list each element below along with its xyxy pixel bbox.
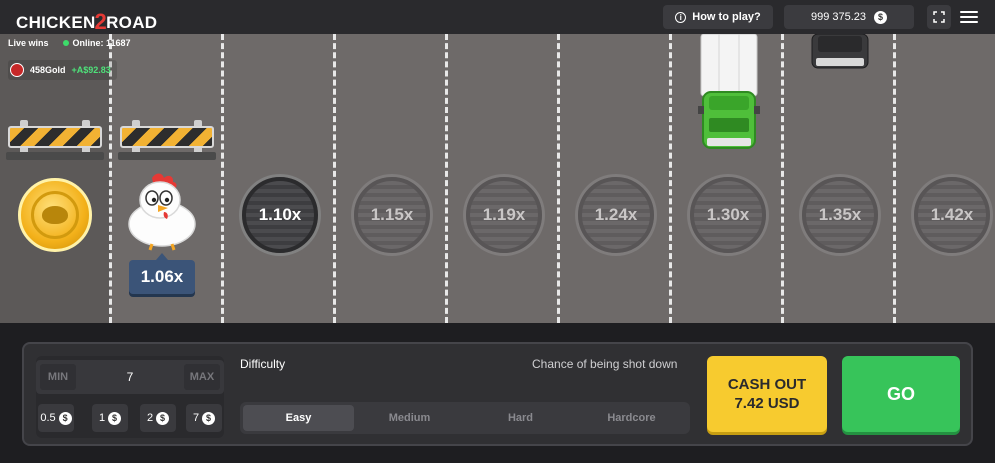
go-button[interactable]: GO <box>842 356 960 432</box>
fullscreen-button[interactable] <box>927 5 951 29</box>
online-count: Online: 11687 <box>62 38 131 48</box>
winner-amount: +A$92.83 <box>71 65 111 75</box>
current-multiplier-tag: 1.06x <box>129 253 195 294</box>
dollar-icon: $ <box>874 10 888 24</box>
lane-divider <box>781 34 784 323</box>
lane-divider <box>221 34 224 323</box>
live-wins-label: Live wins <box>8 38 49 48</box>
difficulty-tab-hard[interactable]: Hard <box>465 405 576 431</box>
live-stats: Live wins Online: 11687 <box>8 38 131 48</box>
chance-label: Chance of being shot down <box>532 357 678 371</box>
difficulty-tab-hardcore[interactable]: Hardcore <box>576 405 687 431</box>
cash-out-amount: 7.42 USD <box>734 395 800 412</box>
lane-divider <box>557 34 560 323</box>
dollar-icon: $ <box>156 411 170 425</box>
live-win-entry: 458Gold +A$92.83 <box>8 60 117 80</box>
min-bet-button[interactable]: MIN <box>40 364 76 390</box>
game-logo: CHICKEN2ROAD <box>16 9 158 34</box>
car-icon <box>811 34 869 69</box>
lane-divider <box>445 34 448 323</box>
difficulty-tab-medium[interactable]: Medium <box>354 405 465 431</box>
bet-amount-value[interactable]: 7 <box>76 370 184 384</box>
dollar-icon: $ <box>202 411 216 425</box>
control-panel: MIN 7 MAX 0.5 $ 1 $ 2 $ 7 $ Difficulty Chanc… <box>22 342 973 446</box>
lane-manhole: 1.24x <box>578 177 654 253</box>
quick-bet-button[interactable]: 2 $ <box>140 404 176 432</box>
info-icon: i <box>675 11 687 23</box>
lane-divider <box>333 34 336 323</box>
lane-manhole[interactable]: 1.10x <box>242 177 318 253</box>
difficulty-label: Difficulty <box>240 357 286 371</box>
lane-manhole: 1.35x <box>802 177 878 253</box>
quick-bet-button[interactable]: 0.5 $ <box>38 404 74 432</box>
cash-out-label: CASH OUT <box>727 376 807 393</box>
road-barrier-icon <box>6 120 104 164</box>
quick-bet-button[interactable]: 7 $ <box>186 404 222 432</box>
chicken-icon <box>128 173 196 251</box>
lane-manhole: 1.19x <box>466 177 542 253</box>
difficulty-tab-easy[interactable]: Easy <box>243 405 354 431</box>
online-dot-icon <box>62 40 69 46</box>
balance-display: 999 375.23 $ <box>784 5 914 29</box>
max-bet-button[interactable]: MAX <box>184 364 220 390</box>
bet-box: MIN 7 MAX 0.5 $ 1 $ 2 $ 7 $ <box>36 356 224 438</box>
road-barrier-icon <box>118 120 216 164</box>
balance-value: 999 375.23 <box>810 11 867 23</box>
cash-out-button[interactable]: CASH OUT 7.42 USD <box>707 356 827 432</box>
lane-manhole: 1.42x <box>914 177 990 253</box>
game-field: Live wins Online: 11687 458Gold +A$92.83… <box>0 34 995 323</box>
avatar-icon <box>10 63 24 77</box>
how-to-play-label: How to play? <box>692 11 761 23</box>
quick-bet-button[interactable]: 1 $ <box>92 404 128 432</box>
lane-manhole: 1.15x <box>354 177 430 253</box>
how-to-play-button[interactable]: i How to play? <box>663 5 773 29</box>
menu-button[interactable] <box>960 8 978 26</box>
lane-manhole: 1.30x <box>690 177 766 253</box>
top-bar: CHICKEN2ROAD i How to play? 999 375.23 $ <box>0 0 995 34</box>
lane-divider <box>893 34 896 323</box>
winner-name: 458Gold <box>30 65 66 75</box>
dollar-icon: $ <box>58 411 72 425</box>
bet-amount-input[interactable]: MIN 7 MAX <box>36 360 224 394</box>
dollar-icon: $ <box>108 411 122 425</box>
fullscreen-icon <box>933 11 945 23</box>
lane-divider <box>669 34 672 323</box>
gold-coin-icon <box>18 178 92 252</box>
difficulty-selector: Easy Medium Hard Hardcore <box>240 402 690 434</box>
truck-icon <box>698 34 760 149</box>
